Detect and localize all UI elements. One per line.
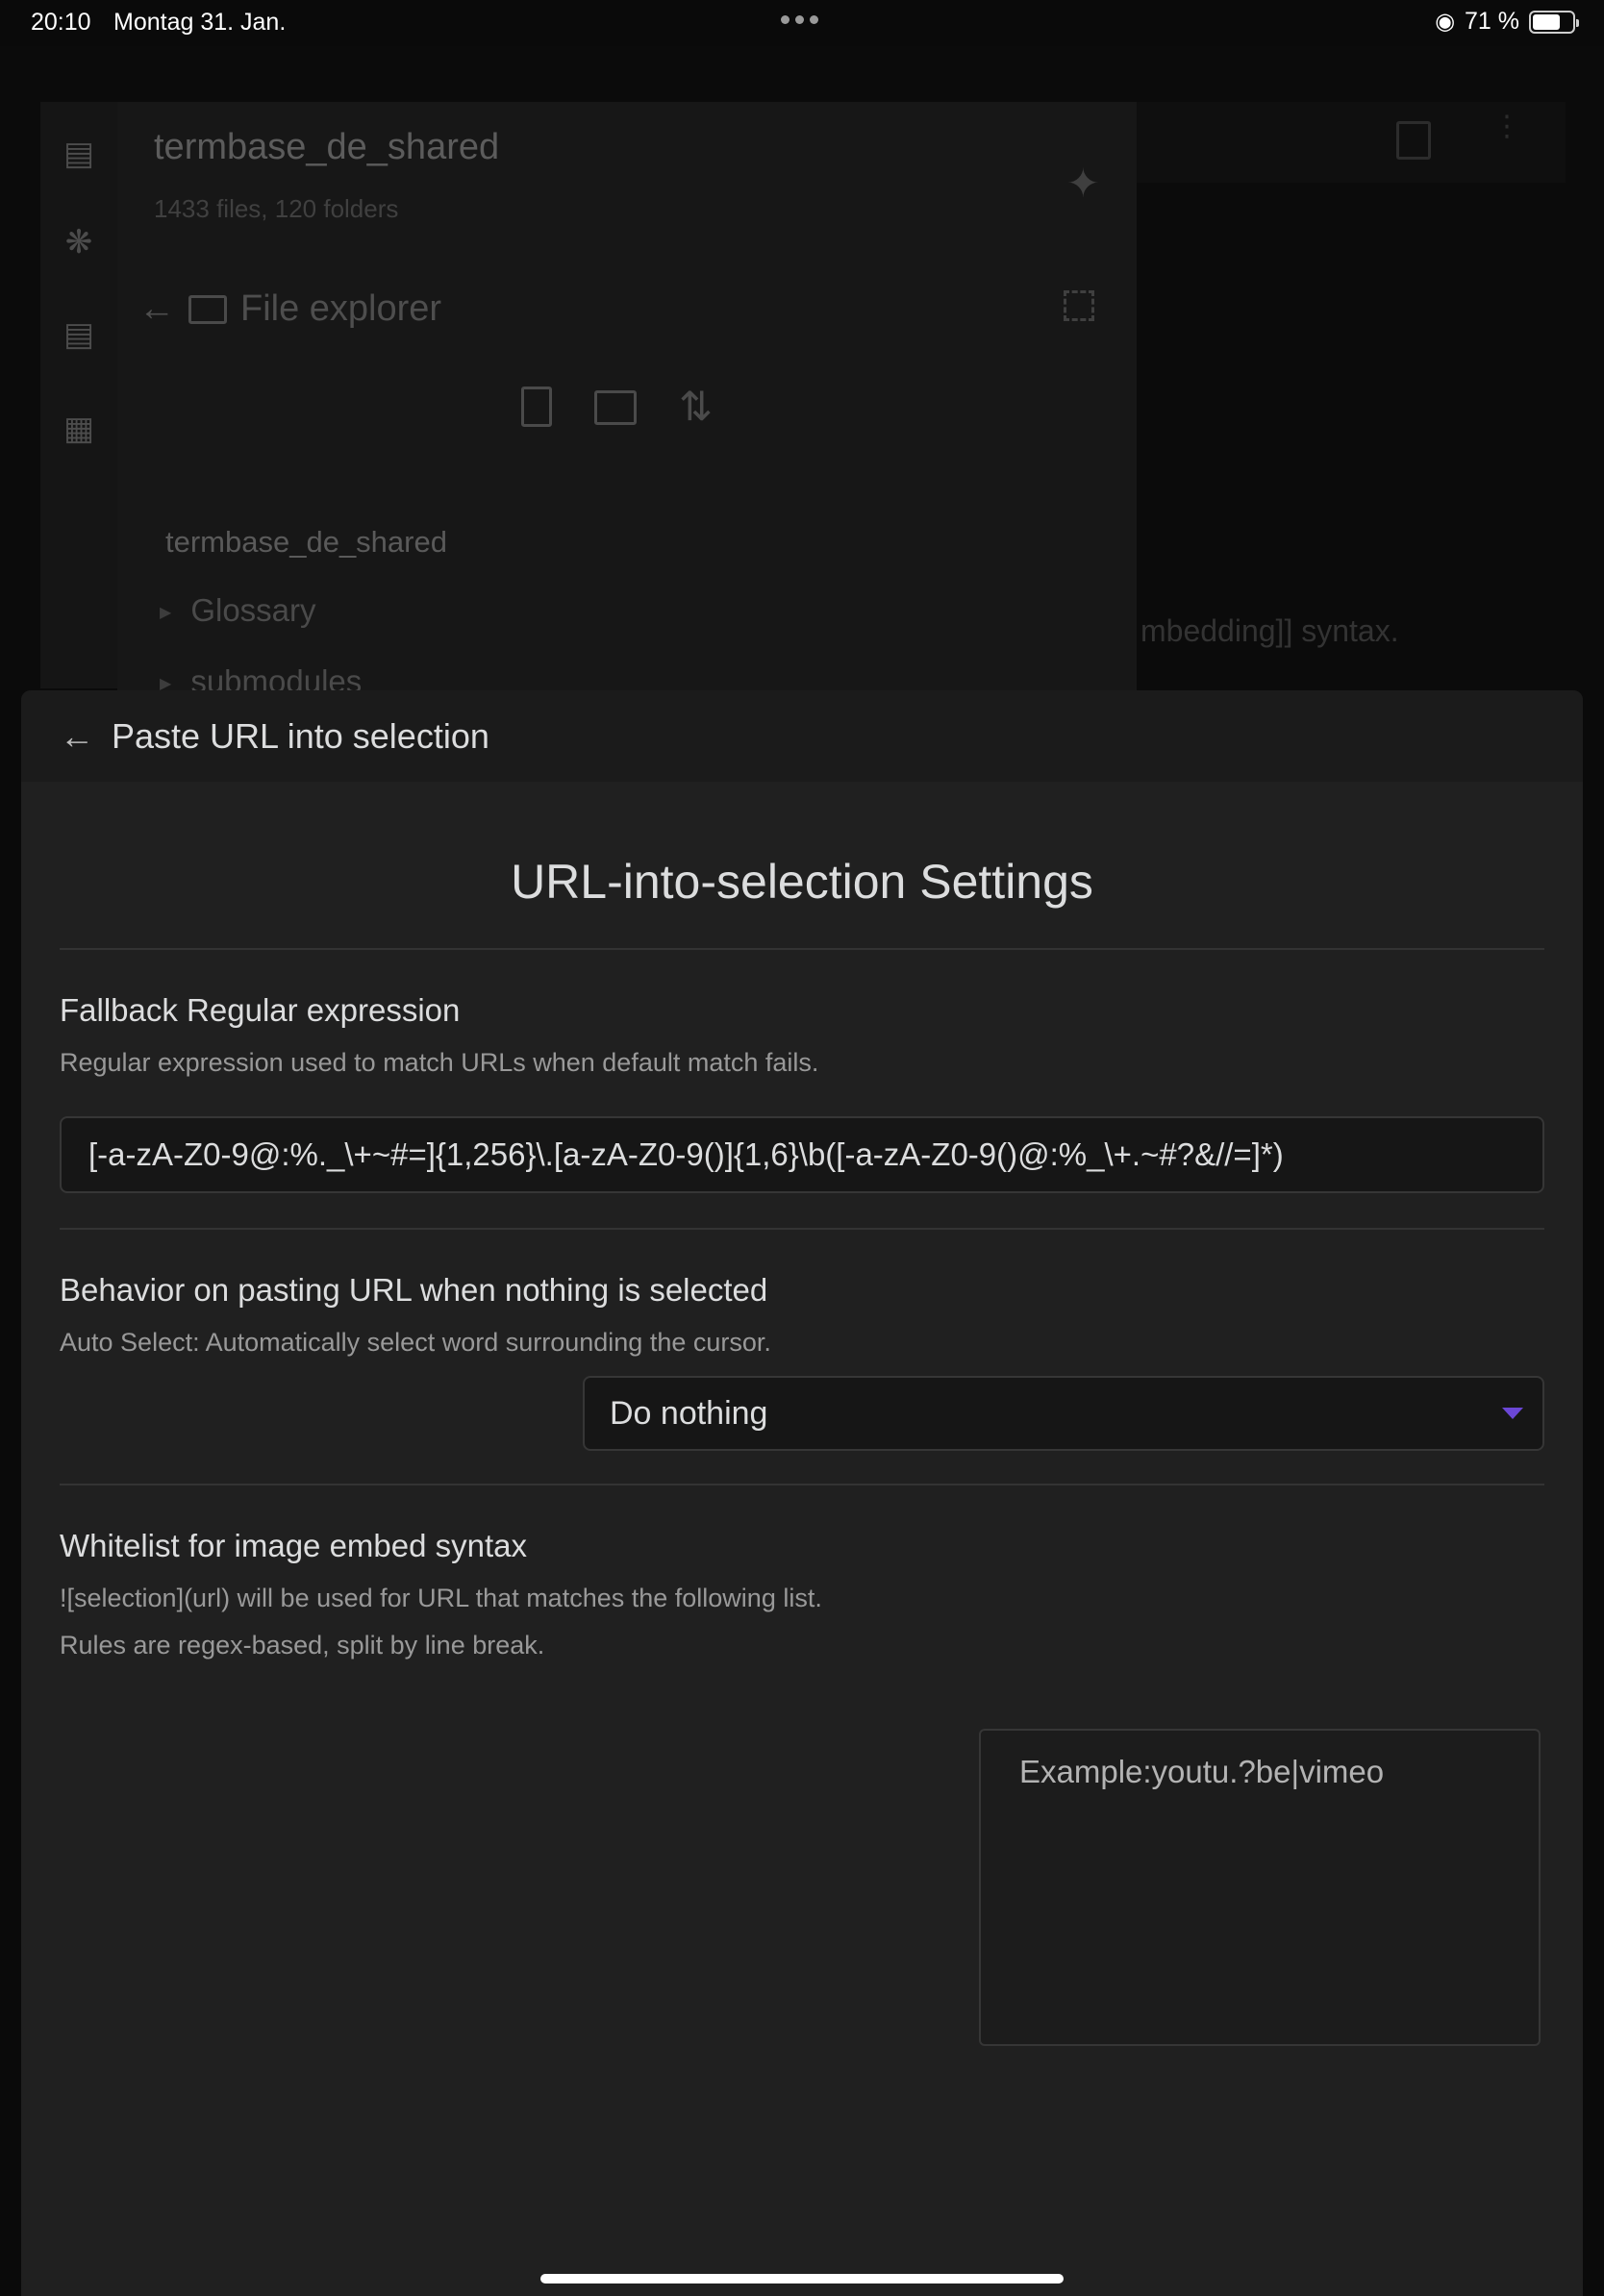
- settings-modal: ← Paste URL into selection URL-into-sele…: [21, 690, 1583, 2296]
- wifi-icon: ◉: [1435, 9, 1456, 35]
- home-indicator[interactable]: [540, 2274, 1064, 2284]
- dropdown-caret-icon: [1502, 1408, 1523, 1419]
- cards-icon: ▤: [63, 316, 95, 353]
- file-explorer-actions: ⇅: [521, 387, 713, 427]
- status-bar: 20:10 Montag 31. Jan. ◉ 71 %: [0, 0, 1604, 46]
- file-explorer-header: ← File explorer: [138, 288, 441, 330]
- file-explorer-panel: termbase_de_shared 1433 files, 120 folde…: [117, 102, 1137, 736]
- chevron-right-icon: ▶: [160, 605, 172, 622]
- behavior-select[interactable]: Do nothing: [583, 1376, 1544, 1451]
- pin-icon: ✦: [1065, 161, 1100, 206]
- back-arrow-icon: ←: [138, 288, 175, 329]
- setting-description: ![selection](url) will be used for URL t…: [60, 1584, 822, 1612]
- setting-description: Rules are regex-based, split by line bre…: [60, 1631, 545, 1660]
- editor-snippet: mbedding]] syntax.: [1140, 613, 1399, 648]
- switcher-icon: ▤: [63, 136, 95, 172]
- modal-header[interactable]: ← Paste URL into selection: [21, 690, 1583, 782]
- battery-percent: 71 %: [1465, 8, 1519, 35]
- multitasking-dots[interactable]: [781, 15, 818, 24]
- setting-name: Whitelist for image embed syntax: [60, 1528, 528, 1563]
- setting-description: Regular expression used to match URLs wh…: [60, 1048, 819, 1077]
- status-right: ◉ 71 %: [1435, 8, 1579, 36]
- sort-icon: ⇅: [679, 384, 714, 429]
- settings-heading: URL-into-selection Settings: [511, 855, 1093, 909]
- folder-icon: [188, 294, 227, 324]
- textarea-placeholder: Example:youtu.?be|vimeo: [1019, 1754, 1385, 1789]
- battery-icon: [1529, 10, 1579, 34]
- tree-item: ▶ Glossary: [160, 592, 316, 628]
- setting-name: Behavior on pasting URL when nothing is …: [60, 1272, 768, 1308]
- expand-icon: [1064, 290, 1094, 321]
- new-file-icon: [521, 387, 552, 427]
- editor-header: ⋮: [1137, 102, 1566, 183]
- divider: [60, 1484, 1544, 1485]
- select-value: Do nothing: [610, 1395, 768, 1432]
- modal-back-label[interactable]: Paste URL into selection: [112, 716, 489, 757]
- status-date: Montag 31. Jan.: [113, 9, 287, 36]
- vault-stats: 1433 files, 120 folders: [154, 194, 399, 223]
- regex-input[interactable]: [-a-zA-Z0-9@:%._\+~#=]{1,256}\.[a-zA-Z0-…: [60, 1116, 1544, 1193]
- blocks-icon: ▦: [63, 411, 95, 447]
- background-app: ▤ ❋ ▤ ▦ termbase_de_shared 1433 files, 1…: [0, 46, 1604, 736]
- graph-icon: ❋: [64, 224, 93, 261]
- back-arrow-icon[interactable]: ←: [60, 718, 94, 754]
- status-time: 20:10: [31, 9, 91, 36]
- setting-whitelist: Whitelist for image embed syntax ![selec…: [21, 1528, 1583, 1660]
- reading-view-icon: [1396, 121, 1431, 160]
- setting-nothing-selected: Behavior on pasting URL when nothing is …: [21, 1272, 1583, 1484]
- tree-root: termbase_de_shared: [165, 525, 447, 559]
- whitelist-textarea[interactable]: Example:youtu.?be|vimeo: [979, 1729, 1541, 2046]
- divider: [60, 1228, 1544, 1230]
- more-options-icon: ⋮: [1492, 111, 1521, 142]
- setting-fallback-regex: Fallback Regular expression Regular expr…: [21, 992, 1583, 1193]
- divider: [60, 948, 1544, 950]
- setting-description: Auto Select: Automatically select word s…: [60, 1328, 771, 1357]
- setting-name: Fallback Regular expression: [60, 992, 461, 1028]
- new-folder-icon: [594, 390, 637, 425]
- ribbon: ▤ ❋ ▤ ▦: [40, 102, 117, 688]
- file-explorer-title: File explorer: [240, 288, 442, 329]
- vault-title: termbase_de_shared: [154, 127, 500, 167]
